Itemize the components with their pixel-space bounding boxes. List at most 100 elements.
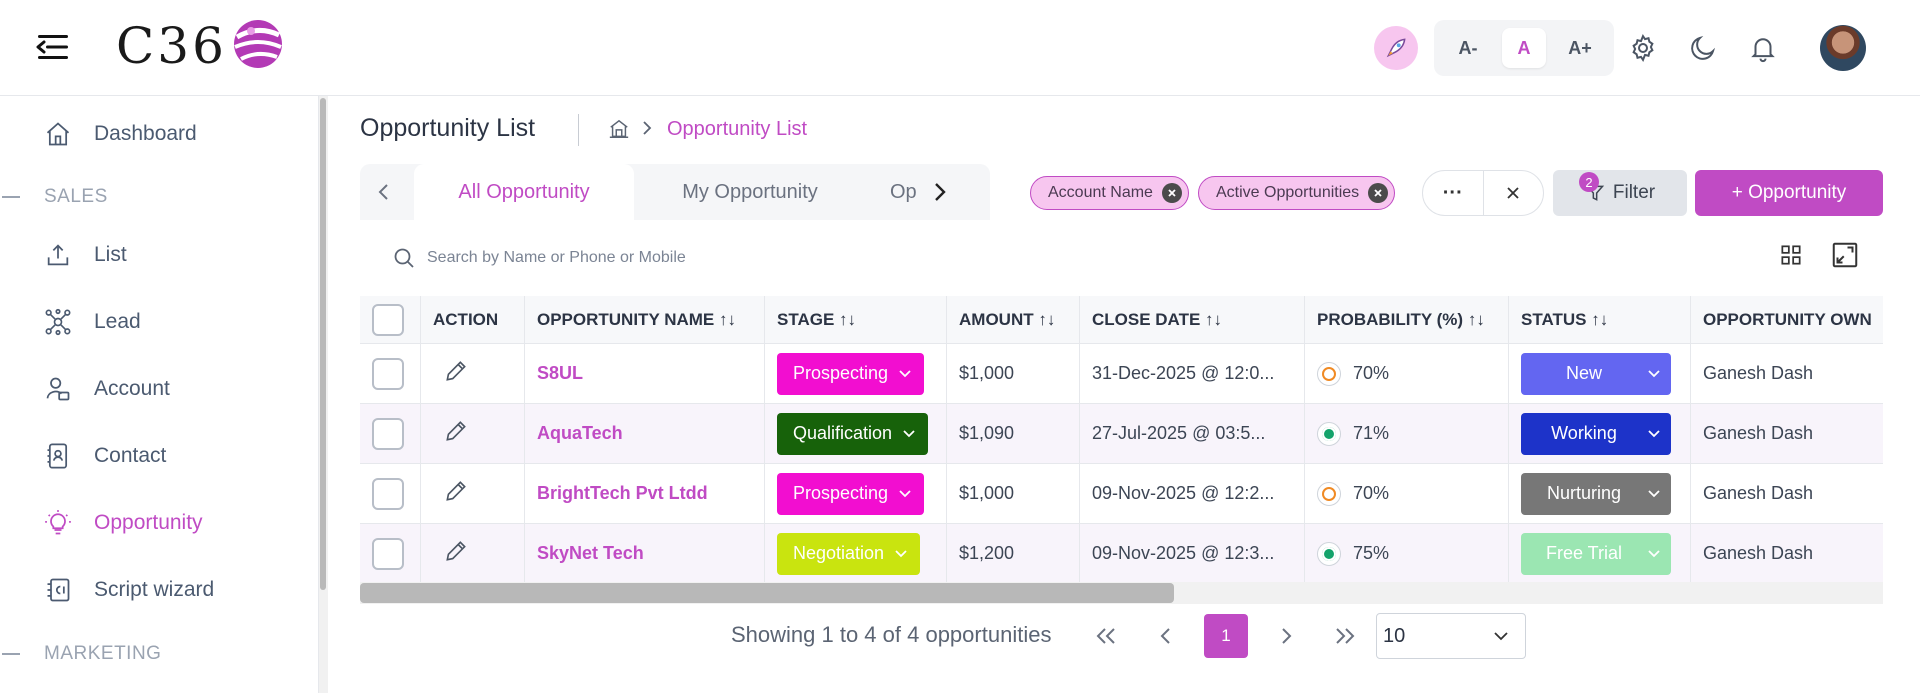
col-close-date[interactable]: CLOSE DATE ↑↓	[1079, 296, 1304, 343]
moon-icon[interactable]	[1685, 30, 1721, 66]
sidebar-scrollbar-thumb[interactable]	[320, 98, 326, 590]
sidebar-item-list[interactable]: List	[0, 225, 318, 285]
chevron-down-icon	[1647, 369, 1661, 378]
add-opportunity-button[interactable]: + Opportunity	[1695, 170, 1883, 216]
row-checkbox[interactable]	[372, 537, 404, 570]
last-page-icon[interactable]	[1325, 616, 1365, 656]
page-size-select[interactable]: 10	[1376, 613, 1526, 659]
tab-other-opportunity[interactable]: Op	[890, 164, 930, 220]
more-options-icon[interactable]: ···	[1423, 171, 1483, 215]
app-logo[interactable]: C36	[116, 16, 285, 76]
select-all-checkbox[interactable]	[372, 303, 404, 336]
top-header: C36 A- A A+	[0, 0, 1920, 96]
chevron-down-icon	[1647, 489, 1661, 498]
sort-icon[interactable]: ↑↓	[1205, 310, 1222, 330]
prev-page-icon[interactable]	[1146, 616, 1186, 656]
pencil-icon[interactable]	[443, 358, 469, 389]
status-select[interactable]: New	[1521, 352, 1671, 395]
amount-cell: $1,000	[946, 344, 1079, 403]
tab-my-opportunity[interactable]: My Opportunity	[650, 164, 850, 220]
status-label: New	[1565, 363, 1602, 383]
chevron-down-icon	[1494, 632, 1508, 641]
gear-icon[interactable]	[1625, 30, 1661, 66]
opportunity-name-link[interactable]: AquaTech	[537, 423, 623, 444]
opportunity-name-link[interactable]: SkyNet Tech	[537, 543, 644, 564]
stage-cell: Prospecting	[764, 344, 946, 403]
sidebar-item-dashboard[interactable]: Dashboard	[0, 104, 318, 164]
filter-button[interactable]: Filter	[1553, 170, 1687, 216]
filter-chip-active-opportunities[interactable]: Active Opportunities	[1198, 176, 1396, 210]
bell-icon[interactable]	[1745, 30, 1781, 66]
pencil-icon[interactable]	[443, 418, 469, 449]
col-amount[interactable]: AMOUNT ↑↓	[946, 296, 1079, 343]
table-row: AquaTech Qualification $1,090 27-Jul-2025 @…	[360, 404, 1883, 464]
stage-select[interactable]: Prospecting	[777, 472, 925, 515]
pencil-icon[interactable]	[443, 538, 469, 569]
owner-cell: Ganesh Dash	[1690, 524, 1883, 582]
row-checkbox[interactable]	[372, 357, 404, 390]
sidebar-item-contact[interactable]: Contact	[0, 426, 318, 486]
next-page-icon[interactable]	[1266, 616, 1306, 656]
tab-prev-icon[interactable]	[372, 180, 396, 204]
breadcrumb-home-icon[interactable]	[608, 118, 630, 145]
font-default-button[interactable]: A	[1502, 28, 1546, 68]
hamburger-icon[interactable]	[36, 32, 70, 62]
pagination-summary: Showing 1 to 4 of 4 opportunities	[731, 622, 1052, 647]
breadcrumb-current[interactable]: Opportunity List	[667, 118, 807, 141]
tab-all-opportunity[interactable]: All Opportunity	[414, 164, 634, 220]
probability-value: 71%	[1353, 423, 1390, 443]
clear-filters-icon[interactable]	[1483, 171, 1543, 215]
network-icon	[42, 306, 74, 338]
status-select[interactable]: Working	[1521, 412, 1671, 455]
close-date-cell: 31-Dec-2025 @ 12:0...	[1079, 344, 1304, 403]
font-increase-button[interactable]: A+	[1558, 28, 1602, 68]
col-stage[interactable]: STAGE ↑↓	[764, 296, 946, 343]
page-button-current[interactable]: 1	[1204, 614, 1248, 658]
sidebar-item-account[interactable]: Account	[0, 359, 318, 419]
row-checkbox[interactable]	[372, 477, 404, 510]
expand-icon[interactable]	[1830, 240, 1860, 275]
close-icon[interactable]	[1161, 183, 1182, 203]
sidebar-item-label: Account	[94, 377, 170, 400]
sidebar-item-lead[interactable]: Lead	[0, 292, 318, 352]
sort-icon[interactable]: ↑↓	[719, 310, 736, 330]
stage-label: Qualification	[793, 423, 893, 443]
search-input[interactable]	[427, 244, 1027, 272]
section-label: SALES	[44, 186, 108, 207]
close-icon[interactable]	[1368, 183, 1389, 203]
sort-icon[interactable]: ↑↓	[1591, 310, 1608, 330]
sort-icon[interactable]: ↑↓	[1038, 310, 1055, 330]
breadcrumb-chevron-icon	[640, 120, 654, 141]
opportunity-table: ACTION OPPORTUNITY NAME ↑↓ STAGE ↑↓ AMOU…	[360, 296, 1883, 582]
section-label: MARKETING	[44, 643, 162, 664]
rocket-icon[interactable]	[1374, 26, 1418, 70]
stage-select[interactable]: Negotiation	[777, 532, 921, 575]
action-cell	[420, 404, 524, 463]
sidebar-item-opportunity[interactable]: Opportunity	[0, 493, 318, 553]
tab-bar: All Opportunity My Opportunity Op	[360, 164, 990, 220]
first-page-icon[interactable]	[1086, 616, 1126, 656]
col-probability[interactable]: PROBABILITY (%) ↑↓	[1304, 296, 1508, 343]
status-select[interactable]: Free Trial	[1521, 532, 1671, 575]
sort-icon[interactable]: ↑↓	[839, 310, 856, 330]
filter-chip-account-name[interactable]: Account Name	[1030, 176, 1189, 210]
tab-next-icon[interactable]	[928, 180, 952, 204]
col-opportunity-name[interactable]: OPPORTUNITY NAME ↑↓	[524, 296, 764, 343]
grid-view-icon[interactable]	[1778, 242, 1804, 273]
font-decrease-button[interactable]: A-	[1446, 28, 1490, 68]
stage-select[interactable]: Prospecting	[777, 352, 925, 395]
stage-select[interactable]: Qualification	[777, 412, 929, 455]
chevron-down-icon	[1647, 549, 1661, 558]
opportunity-name-link[interactable]: BrightTech Pvt Ltdd	[537, 483, 708, 504]
pencil-icon[interactable]	[443, 478, 469, 509]
close-date-cell: 27-Jul-2025 @ 03:5...	[1079, 404, 1304, 463]
sort-icon[interactable]: ↑↓	[1468, 310, 1485, 330]
chip-label: Active Opportunities	[1216, 184, 1360, 201]
status-select[interactable]: Nurturing	[1521, 472, 1671, 515]
user-avatar[interactable]	[1820, 25, 1866, 71]
col-status[interactable]: STATUS ↑↓	[1508, 296, 1690, 343]
table-scrollbar-thumb[interactable]	[360, 583, 1174, 603]
sidebar-item-script-wizard[interactable]: Script wizard	[0, 560, 318, 620]
opportunity-name-link[interactable]: S8UL	[537, 363, 583, 384]
row-checkbox[interactable]	[372, 417, 404, 450]
